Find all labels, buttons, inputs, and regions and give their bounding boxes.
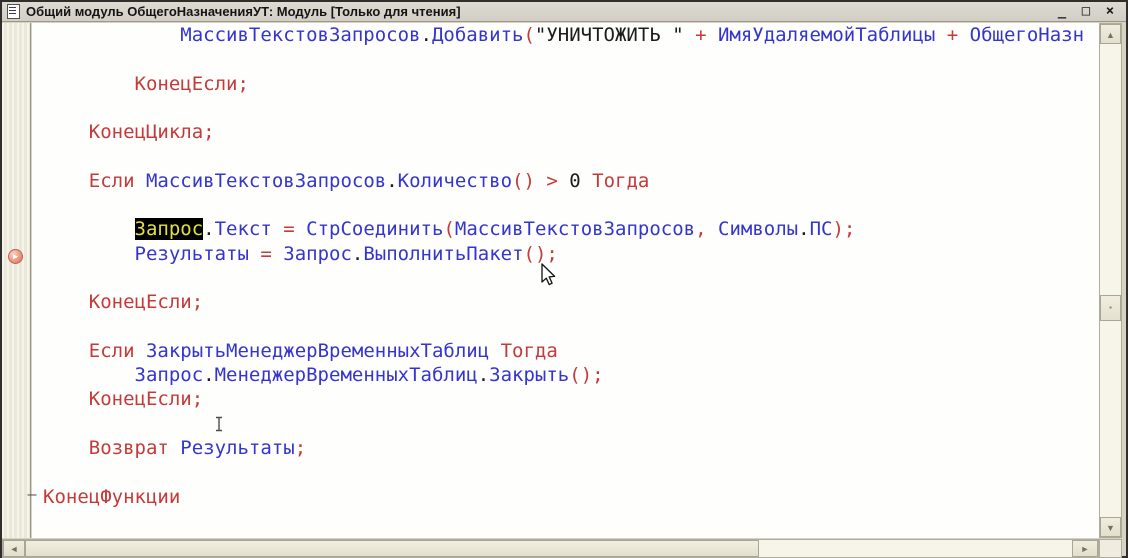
maximize-button[interactable]: □ — [1078, 4, 1094, 20]
code-line: Если ЗакрытьМенеджерВременныхТаблиц Тогд… — [43, 339, 1084, 363]
code-line: КонецЕсли; — [43, 387, 1084, 411]
scroll-right-icon[interactable]: ► — [1072, 540, 1098, 557]
code-line: Запрос.МенеджерВременныхТаблиц.Закрыть()… — [43, 363, 1084, 387]
code-line: КонецЕсли; — [43, 72, 1084, 96]
scroll-up-icon[interactable]: ▲ — [1100, 24, 1121, 44]
code-line: КонецЦикла; — [43, 120, 1084, 144]
code-line: МассивТекстовЗапросов.Добавить("УНИЧТОЖИ… — [43, 23, 1084, 47]
code-line — [43, 266, 1084, 290]
vertical-scrollbar[interactable]: ▲ ▪ ▼ — [1099, 23, 1122, 538]
horizontal-scrollbar[interactable]: ◄ ► — [2, 539, 1099, 558]
code-line — [43, 144, 1084, 168]
title-bar[interactable]: Общий модуль ОбщегоНазначенияУТ: Модуль … — [2, 2, 1126, 22]
code-area[interactable]: МассивТекстовЗапросов.Добавить("УНИЧТОЖИ… — [43, 23, 1084, 509]
horizontal-scroll-thumb[interactable] — [25, 540, 759, 557]
vertical-scroll-thumb[interactable]: ▪ — [1100, 295, 1121, 321]
minimize-button[interactable]: _ — [1054, 4, 1070, 20]
breakpoint-margin[interactable]: ► — [2, 23, 31, 538]
fold-collapse-icon[interactable]: – — [24, 486, 40, 502]
scroll-left-icon[interactable]: ◄ — [3, 540, 25, 557]
breakpoint-marker-icon[interactable]: ► — [8, 249, 23, 264]
code-line — [43, 315, 1084, 339]
scroll-down-icon[interactable]: ▼ — [1100, 517, 1121, 537]
mouse-pointer-icon — [540, 263, 556, 287]
code-line — [43, 412, 1084, 436]
code-line: Если МассивТекстовЗапросов.Количество() … — [43, 169, 1084, 193]
code-line: Возврат Результаты; — [43, 436, 1084, 460]
code-line: Результаты = Запрос.ВыполнитьПакет(); — [43, 242, 1084, 266]
module-document-icon — [7, 4, 20, 19]
window-controls: _ □ × — [1054, 2, 1118, 22]
window-title: Общий модуль ОбщегоНазначенияУТ: Модуль … — [26, 4, 461, 19]
code-line — [43, 193, 1084, 217]
close-button[interactable]: × — [1102, 4, 1118, 20]
scrollbar-corner — [1099, 539, 1122, 558]
code-line: КонецФункции — [43, 485, 1084, 509]
code-line — [43, 47, 1084, 71]
code-editor[interactable]: МассивТекстовЗапросов.Добавить("УНИЧТОЖИ… — [32, 23, 1099, 538]
text-caret-ibeam-icon — [214, 416, 224, 432]
code-line: Запрос.Текст = СтрСоединить(МассивТексто… — [43, 217, 1084, 241]
code-line — [43, 96, 1084, 120]
app-window: Общий модуль ОбщегоНазначенияУТ: Модуль … — [0, 0, 1128, 558]
code-line — [43, 460, 1084, 484]
code-line: КонецЕсли; — [43, 290, 1084, 314]
selected-word-highlight: Запрос — [135, 218, 204, 240]
